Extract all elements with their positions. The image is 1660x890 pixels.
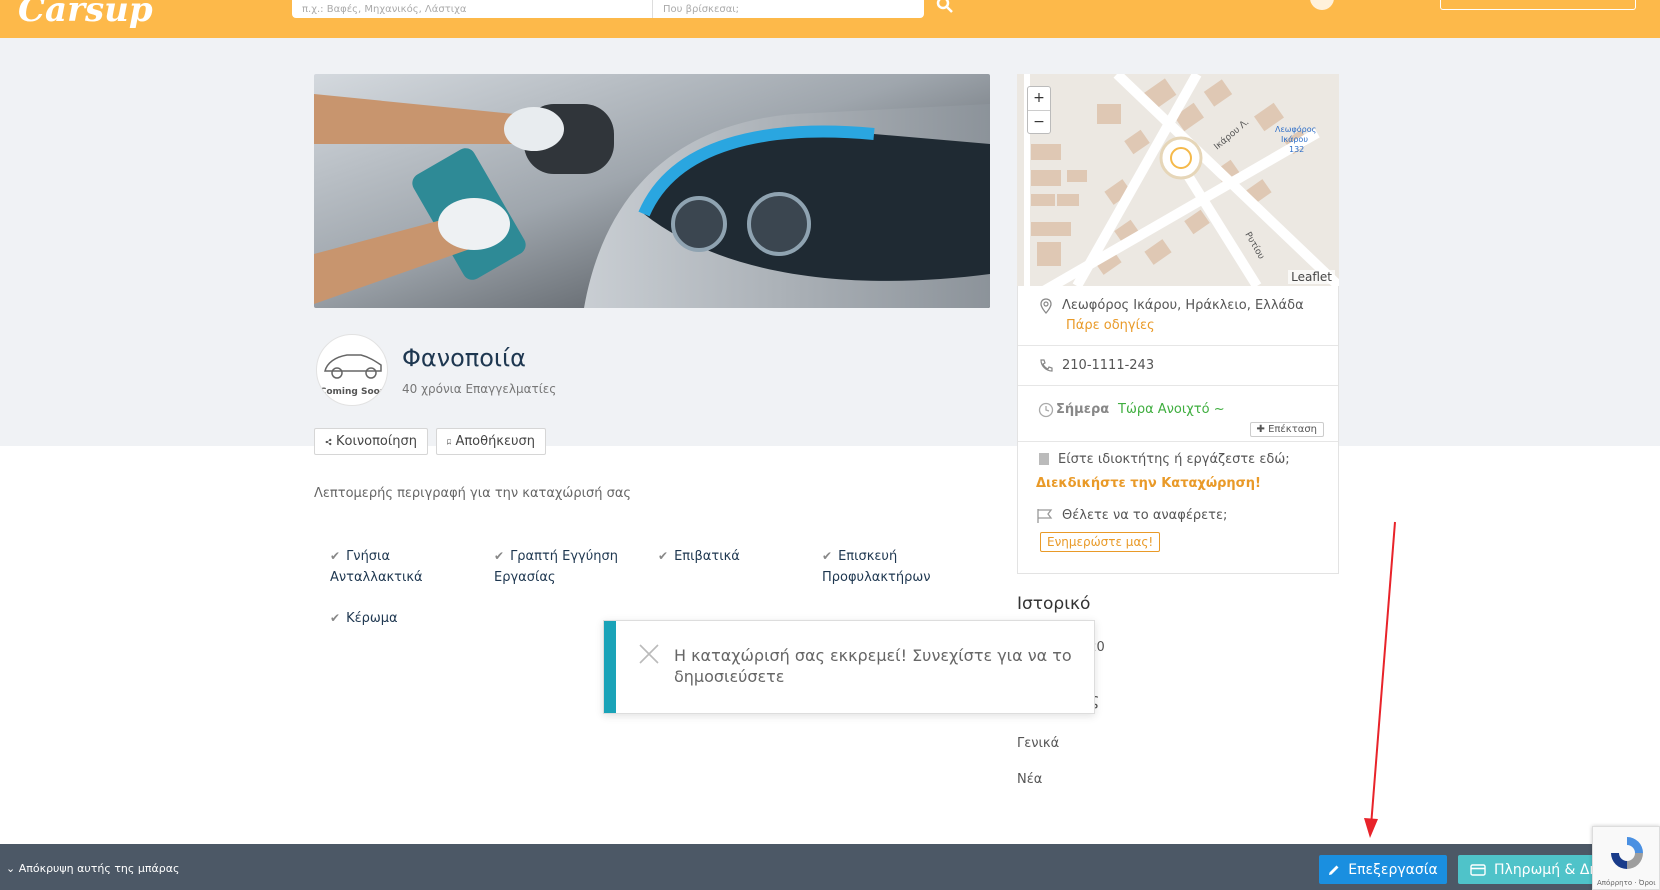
- toast-message: Η καταχώρισή σας εκκρεμεί! Συνεχίστε για…: [674, 646, 1072, 686]
- location-map[interactable]: Ικάρου Λ. Λεωφόρος Ικάρου 132 Ρυτίου + −…: [1017, 74, 1339, 286]
- address-row: Λεωφόρος Ικάρου, Ηράκλειο, Ελλάδα Πάρε ο…: [1018, 286, 1338, 346]
- phone-icon: [1040, 359, 1053, 372]
- check-icon: ✔: [822, 549, 833, 563]
- user-icon[interactable]: [1310, 0, 1334, 10]
- recaptcha-icon: [1611, 837, 1643, 869]
- expand-label: Επέκταση: [1268, 424, 1317, 435]
- map-attribution[interactable]: Leaflet: [1288, 270, 1335, 284]
- feature-label: Γραπτή Εγγύηση Εργασίας: [494, 549, 618, 585]
- hide-bar-button[interactable]: ⌄ Απόκρυψη αυτής της μπάρας: [6, 862, 179, 875]
- open-status[interactable]: Τώρα Ανοιχτό ~: [1118, 402, 1225, 417]
- expand-hours-button[interactable]: ✚ Επέκταση: [1249, 422, 1324, 437]
- pending-listing-toast: Η καταχώρισή σας εκκρεμεί! Συνεχίστε για…: [603, 620, 1095, 714]
- avatar-coming-soon: Coming Soon: [319, 387, 387, 397]
- close-icon[interactable]: [638, 643, 660, 665]
- clock-icon: [1038, 402, 1054, 418]
- history-category-general[interactable]: Γενικά: [1017, 736, 1059, 751]
- listing-admin-bar: ⌄ Απόκρυψη αυτής της μπάρας Επεξεργασία …: [0, 844, 1660, 890]
- report-button[interactable]: Ενημερώστε μας!: [1040, 532, 1161, 552]
- feature-item: ✔ Γραπτή Εγγύηση Εργασίας: [494, 546, 634, 588]
- listing-avatar: Coming Soon: [316, 334, 388, 406]
- svg-text:Ικάρου: Ικάρου: [1281, 135, 1308, 144]
- chevron-down-icon: ⌄: [6, 862, 19, 875]
- plus-icon: ✚: [1256, 424, 1269, 435]
- recaptcha-terms[interactable]: Απόρρητο · Όροι: [1597, 879, 1656, 887]
- feature-item: ✔ Επισκευή Προφυλακτήρων: [822, 546, 942, 588]
- add-listing-button[interactable]: [1440, 0, 1636, 10]
- feature-item: ✔ Γνήσια Ανταλλακτικά: [330, 546, 480, 588]
- pencil-icon: [1329, 865, 1339, 875]
- search-where-input[interactable]: Που βρίσκεσαι;: [653, 4, 873, 15]
- phone-row: 210-1111-243: [1018, 346, 1338, 386]
- bookmark-icon: [447, 439, 452, 445]
- map-zoom-control: + −: [1027, 86, 1051, 134]
- search-bar: π.χ.: Βαφές, Μηχανικός, Λάστιχα Που βρίσ…: [292, 0, 924, 18]
- flag-icon: [1037, 509, 1053, 523]
- svg-text:Λεωφόρος: Λεωφόρος: [1275, 124, 1316, 134]
- credit-card-icon: [1470, 863, 1486, 876]
- site-logo[interactable]: Carsup: [18, 0, 153, 30]
- history-category-news[interactable]: Νέα: [1017, 772, 1042, 787]
- search-what-input[interactable]: π.χ.: Βαφές, Μηχανικός, Λάστιχα: [292, 4, 652, 15]
- edit-button[interactable]: Επεξεργασία: [1319, 855, 1447, 884]
- map-zoom-in-button[interactable]: +: [1028, 87, 1050, 111]
- save-button[interactable]: Αποθήκευση: [436, 428, 546, 455]
- check-icon: ✔: [330, 549, 341, 563]
- map-pin-icon: [1040, 298, 1052, 314]
- share-button[interactable]: Κοινοποίηση: [314, 428, 428, 455]
- listing-cover-image: [314, 74, 990, 308]
- feature-item: ✔ Κέρωμα: [330, 608, 480, 629]
- feature-label: Επισκευή Προφυλακτήρων: [822, 549, 931, 585]
- check-icon: ✔: [658, 549, 669, 563]
- claim-listing-link[interactable]: Διεκδικήστε την Καταχώρηση!: [1036, 476, 1261, 491]
- today-label: Σήμερα: [1056, 402, 1110, 417]
- listing-info-card: Λεωφόρος Ικάρου, Ηράκλειο, Ελλάδα Πάρε ο…: [1017, 286, 1339, 574]
- feature-item: ✔ Επιβατικά: [658, 546, 808, 567]
- search-icon[interactable]: [936, 0, 954, 14]
- hide-bar-label: Απόκρυψη αυτής της μπάρας: [18, 862, 180, 875]
- save-label: Αποθήκευση: [455, 434, 535, 449]
- listing-title: Φανοποιία: [402, 344, 526, 372]
- owner-question: Είστε ιδιοκτήτης ή εργάζεστε εδώ;: [1058, 452, 1290, 467]
- toast-accent-bar: [604, 621, 616, 713]
- phone-number[interactable]: 210-1111-243: [1062, 358, 1154, 373]
- recaptcha-badge[interactable]: Απόρρητο · Όροι: [1592, 826, 1660, 890]
- feature-label: Επιβατικά: [674, 549, 740, 564]
- check-icon: ✔: [494, 549, 505, 563]
- check-icon: ✔: [330, 611, 341, 625]
- share-icon: [325, 438, 332, 445]
- svg-text:132: 132: [1289, 145, 1304, 154]
- listing-subtitle: 40 χρόνια Επαγγελματίες: [402, 382, 557, 396]
- feature-label: Κέρωμα: [346, 611, 398, 626]
- history-title: Ιστορικό: [1017, 594, 1091, 614]
- top-header: Carsup π.χ.: Βαφές, Μηχανικός, Λάστιχα Π…: [0, 0, 1660, 38]
- edit-label: Επεξεργασία: [1348, 861, 1438, 878]
- feature-label: Γνήσια Ανταλλακτικά: [330, 549, 423, 585]
- report-question: Θέλετε να το αναφέρετε;: [1062, 508, 1228, 523]
- share-label: Κοινοποίηση: [336, 434, 417, 449]
- directions-link[interactable]: Πάρε οδηγίες: [1066, 318, 1155, 333]
- listing-description: Λεπτομερής περιγραφή για την καταχώρισή …: [314, 486, 632, 501]
- building-icon: [1039, 453, 1049, 465]
- address-text: Λεωφόρος Ικάρου, Ηράκλειο, Ελλάδα: [1062, 298, 1304, 313]
- map-zoom-out-button[interactable]: −: [1028, 111, 1050, 135]
